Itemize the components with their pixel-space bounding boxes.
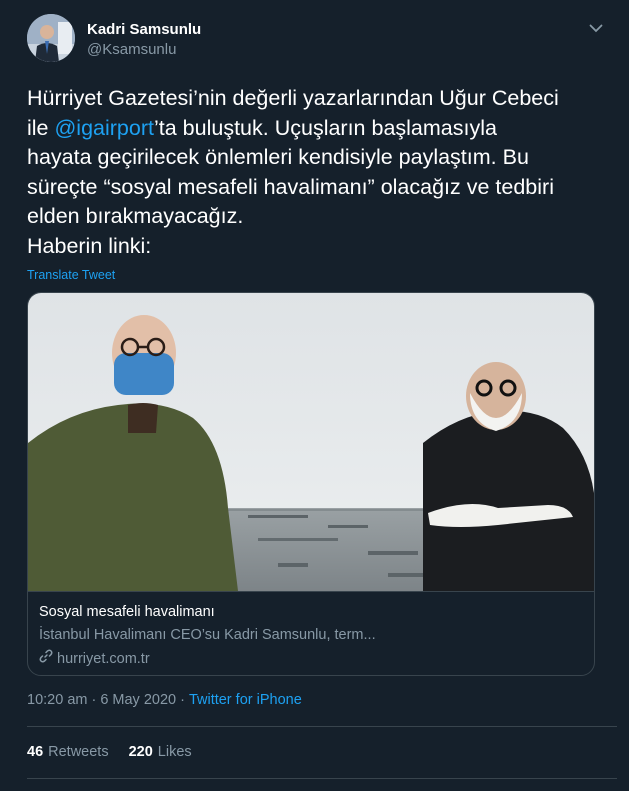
tweet-text-line: Hürriyet Gazetesi’nin değerli yazarların… — [27, 86, 559, 110]
link-card[interactable]: Sosyal mesafeli havalimanı İstanbul Hava… — [27, 292, 595, 676]
tweet-text-fragment: ’ta buluştuk. Uçuşların başlamasıyla — [154, 115, 497, 140]
retweets-count: 46 — [27, 744, 44, 760]
tweet-source-link[interactable]: Twitter for iPhone — [189, 692, 302, 708]
tweet-date[interactable]: 6 May 2020 — [100, 692, 176, 708]
author-name[interactable]: Kadri Samsunlu — [87, 21, 201, 38]
tweet-stats: 46 Retweets 220 Likes — [27, 744, 192, 760]
likes-label: Likes — [157, 744, 192, 760]
retweets-stat[interactable]: 46 Retweets — [27, 744, 109, 760]
card-title: Sosyal mesafeli havalimanı — [39, 604, 215, 620]
card-divider — [28, 591, 594, 592]
tweet-text-line: Haberin linki: — [27, 233, 152, 258]
tweet-meta: 10:20 am · 6 May 2020 · Twitter for iPho… — [27, 692, 302, 708]
divider — [27, 778, 617, 779]
card-domain: hurriyet.com.tr — [57, 650, 150, 667]
retweets-label: Retweets — [48, 744, 109, 760]
avatar[interactable] — [27, 14, 75, 62]
link-icon — [39, 649, 53, 668]
meta-separator: · — [180, 692, 185, 708]
divider — [27, 726, 617, 727]
chevron-down-icon[interactable] — [586, 18, 606, 38]
card-domain-row: hurriyet.com.tr — [39, 649, 150, 668]
tweet: Kadri Samsunlu @Ksamsunlu Hürriyet Gazet… — [0, 0, 629, 791]
meta-separator: · — [91, 692, 97, 708]
author-handle[interactable]: @Ksamsunlu — [87, 41, 176, 58]
tweet-time[interactable]: 10:20 am — [27, 692, 87, 708]
tweet-text-line: elden bırakmayacağız. — [27, 204, 244, 228]
tweet-text-line: süreçte “sosyal mesafeli havalimanı” ola… — [27, 174, 554, 199]
tweet-text-line: ile @igairport’ta buluştuk. Uçuşların ba… — [27, 114, 617, 144]
tweet-text-fragment: ile — [27, 115, 55, 140]
card-description: İstanbul Havalimanı CEO’su Kadri Samsunl… — [39, 627, 376, 643]
tweet-text: Hürriyet Gazetesi’nin değerli yazarların… — [27, 84, 617, 261]
likes-stat[interactable]: 220 Likes — [129, 744, 192, 760]
likes-count: 220 — [128, 744, 153, 760]
tweet-text-line: hayata geçirilecek önlemleri kendisiyle … — [27, 145, 529, 169]
mention-link[interactable]: @igairport — [54, 116, 154, 140]
card-image — [28, 293, 594, 591]
translate-tweet-link[interactable]: Translate Tweet — [27, 268, 115, 282]
